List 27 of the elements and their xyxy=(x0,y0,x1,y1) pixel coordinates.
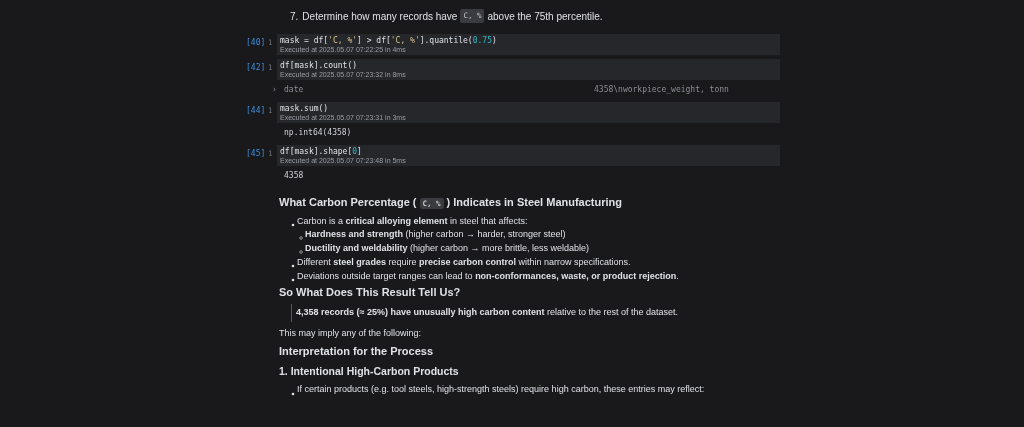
list-item-text: Ductility and weldability (higher carbon → more brittle, less weldable) xyxy=(305,241,590,254)
list-number: 7. xyxy=(290,9,299,24)
step-text: Determine how many records have xyxy=(302,9,458,24)
execution-count: [40] xyxy=(246,37,267,49)
section-heading: 1. Intentional High-Carbon Products xyxy=(279,364,459,377)
code-line: mask.sum() xyxy=(280,103,330,114)
code-line: df[mask].count() xyxy=(280,60,359,71)
execution-count: [44] xyxy=(246,105,267,117)
index-label: date xyxy=(284,84,305,96)
list-item-text: Hardness and strength (higher carbon → harder, stronger steel) xyxy=(305,227,566,240)
cell-output: np.int64(4358) xyxy=(284,128,352,137)
list-item-text: Deviations outside target ranges can lead to non-conformances, waste, or product rejection. xyxy=(297,269,679,282)
execution-count: [45] xyxy=(246,148,267,160)
blockquote: 4,358 records (≈ 25%) have unusually high carbon content relative to the rest of the dataset. xyxy=(291,304,780,322)
section-heading: So What Does This Result Tell Us? xyxy=(279,285,461,298)
paragraph: This may imply any of the following: xyxy=(279,326,423,340)
list-item-text: If certain products (e.g. tool steels, high-strength steels) require high carbon, these entries may reflect: xyxy=(297,383,705,396)
list-item-text: Carbon is a critical alloying element in steel that affects: xyxy=(297,214,528,227)
section-heading: Interpretation for the Process xyxy=(279,345,434,357)
execution-count: [42] xyxy=(246,62,267,74)
step-text: above the 75th percentile. xyxy=(487,9,603,24)
expand-toggle[interactable]: › xyxy=(272,84,284,96)
code-line: mask = df['C, %'] > df['C, %'].quantile(0.75) xyxy=(280,35,498,46)
output-value: 4358\nworkpiece_weight, tonn xyxy=(594,84,729,96)
list-item-text: Different steel grades require precise carbon control within narrow specifications. xyxy=(297,255,631,268)
cell-output: 4358 xyxy=(284,171,304,180)
code-line: df[mask].shape[0] xyxy=(280,146,363,157)
